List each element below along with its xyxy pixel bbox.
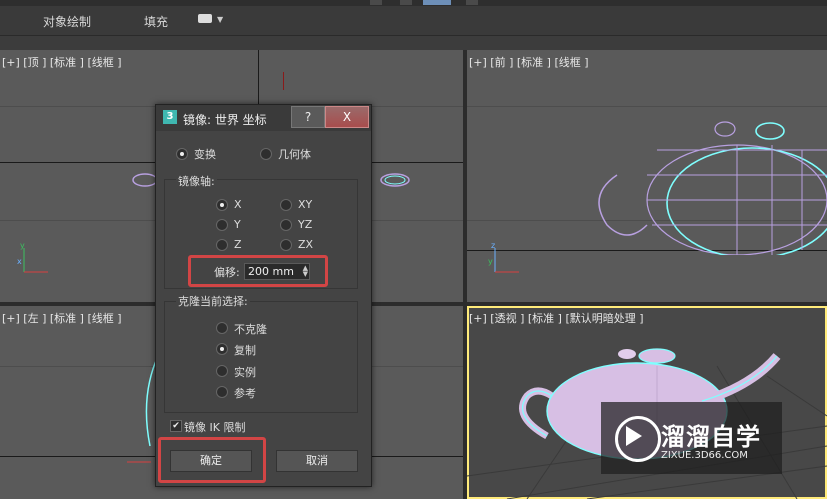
toolbar-band xyxy=(0,36,827,51)
radio-axis-yz-label: YZ xyxy=(298,218,313,231)
axis-gizmo-front: z y xyxy=(488,242,519,273)
svg-text:z: z xyxy=(491,242,495,250)
viewport-label-perspective[interactable]: [+] [透视 ] [标准 ] [默认明暗处理 ] xyxy=(469,310,644,326)
radio-geometry-label: 几何体 xyxy=(278,148,311,161)
help-button[interactable]: ? xyxy=(291,106,325,128)
radio-axis-x-label: X xyxy=(234,198,242,211)
mirror-ik-checkbox[interactable]: ✔ xyxy=(170,420,182,432)
play-icon xyxy=(626,426,642,446)
radio-axis-y[interactable] xyxy=(216,219,228,231)
viewport-label-left[interactable]: [+] [左 ] [标准 ] [线框 ] xyxy=(2,310,122,326)
toolbar-button[interactable] xyxy=(370,0,382,5)
radio-axis-yz[interactable] xyxy=(280,219,292,231)
radio-axis-z[interactable] xyxy=(216,239,228,251)
svg-text:y: y xyxy=(488,257,493,266)
cancel-button[interactable]: 取消 xyxy=(276,450,358,472)
radio-axis-zx[interactable] xyxy=(280,239,292,251)
watermark-url: ZIXUE.3D66.COM xyxy=(661,450,748,461)
object-paint-tab[interactable]: 对象绘制 xyxy=(43,13,91,30)
radio-no-clone-label: 不克隆 xyxy=(234,323,267,336)
highlight-ok-button xyxy=(158,437,266,483)
svg-text:x: x xyxy=(17,257,22,266)
radio-axis-xy-label: XY xyxy=(298,198,313,211)
mirror-dialog: 3 镜像: 世界 坐标 ? X 变换 几何体 镜像轴: X XY Y YZ Z … xyxy=(155,104,372,487)
radio-copy-label: 复制 xyxy=(234,344,256,357)
radio-axis-z-label: Z xyxy=(234,238,242,251)
toolbar-button[interactable] xyxy=(400,0,412,5)
viewport-label-top[interactable]: [+] [顶 ] [标准 ] [线框 ] xyxy=(2,54,122,70)
toolbar-button[interactable] xyxy=(466,0,478,5)
radio-reference[interactable] xyxy=(216,386,228,398)
radio-copy[interactable] xyxy=(216,343,228,355)
radio-reference-label: 参考 xyxy=(234,387,256,400)
radio-geometry[interactable] xyxy=(260,148,272,160)
axis-gizmo-top: y x xyxy=(17,242,48,273)
chevron-down-icon[interactable]: ▼ xyxy=(217,15,223,24)
viewport-divider-horizontal[interactable] xyxy=(0,302,827,306)
close-button[interactable]: X xyxy=(325,106,369,128)
radio-transform[interactable] xyxy=(176,148,188,160)
radio-transform-label: 变换 xyxy=(194,148,216,161)
mirror-ik-label: 镜像 IK 限制 xyxy=(184,421,246,434)
radio-instance[interactable] xyxy=(216,365,228,377)
mirror-axis-title: 镜像轴: xyxy=(176,173,217,189)
radio-instance-label: 实例 xyxy=(234,366,256,379)
svg-text:y: y xyxy=(20,242,25,250)
highlight-offset-box xyxy=(188,255,328,287)
dialog-title-bar[interactable]: 3 镜像: 世界 坐标 ? X xyxy=(156,105,371,131)
axis-gizmo-left xyxy=(127,461,151,463)
clone-title: 克隆当前选择: xyxy=(176,293,250,309)
toolbar-button-active[interactable] xyxy=(423,0,451,5)
radio-axis-y-label: Y xyxy=(234,218,241,231)
viewport-front[interactable]: [+] [前 ] [标准 ] [线框 ] z y xyxy=(467,50,827,302)
dialog-title: 镜像: 世界 坐标 xyxy=(183,113,267,127)
ribbon-toolbar: 对象绘制 填充 ▼ xyxy=(0,0,827,36)
message-icon[interactable] xyxy=(198,14,212,23)
watermark: 溜溜自学 ZIXUE.3D66.COM xyxy=(601,402,782,474)
app-icon: 3 xyxy=(163,110,177,124)
radio-axis-x[interactable] xyxy=(216,199,228,211)
clone-group xyxy=(164,301,358,413)
viewport-divider-vertical[interactable] xyxy=(463,50,467,499)
toolbar-top-strip xyxy=(0,0,827,6)
radio-no-clone[interactable] xyxy=(216,322,228,334)
radio-axis-xy[interactable] xyxy=(280,199,292,211)
teapot-wireframe-front xyxy=(598,121,827,255)
watermark-brand: 溜溜自学 xyxy=(661,423,761,451)
viewport-label-front[interactable]: [+] [前 ] [标准 ] [线框 ] xyxy=(469,54,589,70)
radio-axis-zx-label: ZX xyxy=(298,238,314,251)
fill-tab[interactable]: 填充 xyxy=(144,13,168,30)
